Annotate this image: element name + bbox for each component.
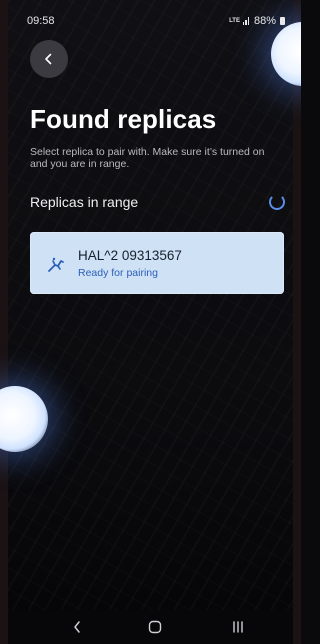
status-bar: 09:58 LTE 88%: [8, 10, 293, 30]
back-icon: [74, 621, 80, 633]
back-button[interactable]: [30, 40, 68, 78]
device-card[interactable]: HAL^2 09313567 Ready for pairing: [30, 232, 284, 294]
chevron-left-icon: [45, 53, 52, 65]
replica-icon: [48, 257, 64, 272]
status-time: 09:58: [27, 15, 55, 27]
nav-home-button[interactable]: [146, 619, 164, 635]
window-edge-right: [293, 0, 301, 644]
section-label: Replicas in range: [30, 194, 139, 210]
status-icons: LTE 88%: [229, 15, 285, 27]
recents-icon: [233, 621, 243, 633]
page-subtitle: Select replica to pair with. Make sure i…: [30, 146, 265, 170]
home-icon: [148, 620, 162, 634]
nav-recents-button[interactable]: [229, 619, 247, 635]
network-type: LTE: [229, 18, 240, 24]
loading-spinner-icon: [269, 194, 285, 210]
device-status: Ready for pairing: [78, 267, 158, 279]
app-screen: 09:58 LTE 88% Found replicas Select repl…: [0, 0, 301, 644]
window-edge-left: [0, 0, 8, 644]
nav-back-button[interactable]: [68, 619, 86, 635]
battery-icon: [280, 17, 285, 25]
system-nav-bar: [8, 610, 293, 644]
battery-percent: 88%: [253, 15, 276, 27]
background-pattern: [8, 0, 293, 610]
device-name: HAL^2 09313567: [78, 248, 182, 263]
signal-icon: [242, 17, 251, 25]
page-title: Found replicas: [30, 104, 217, 134]
